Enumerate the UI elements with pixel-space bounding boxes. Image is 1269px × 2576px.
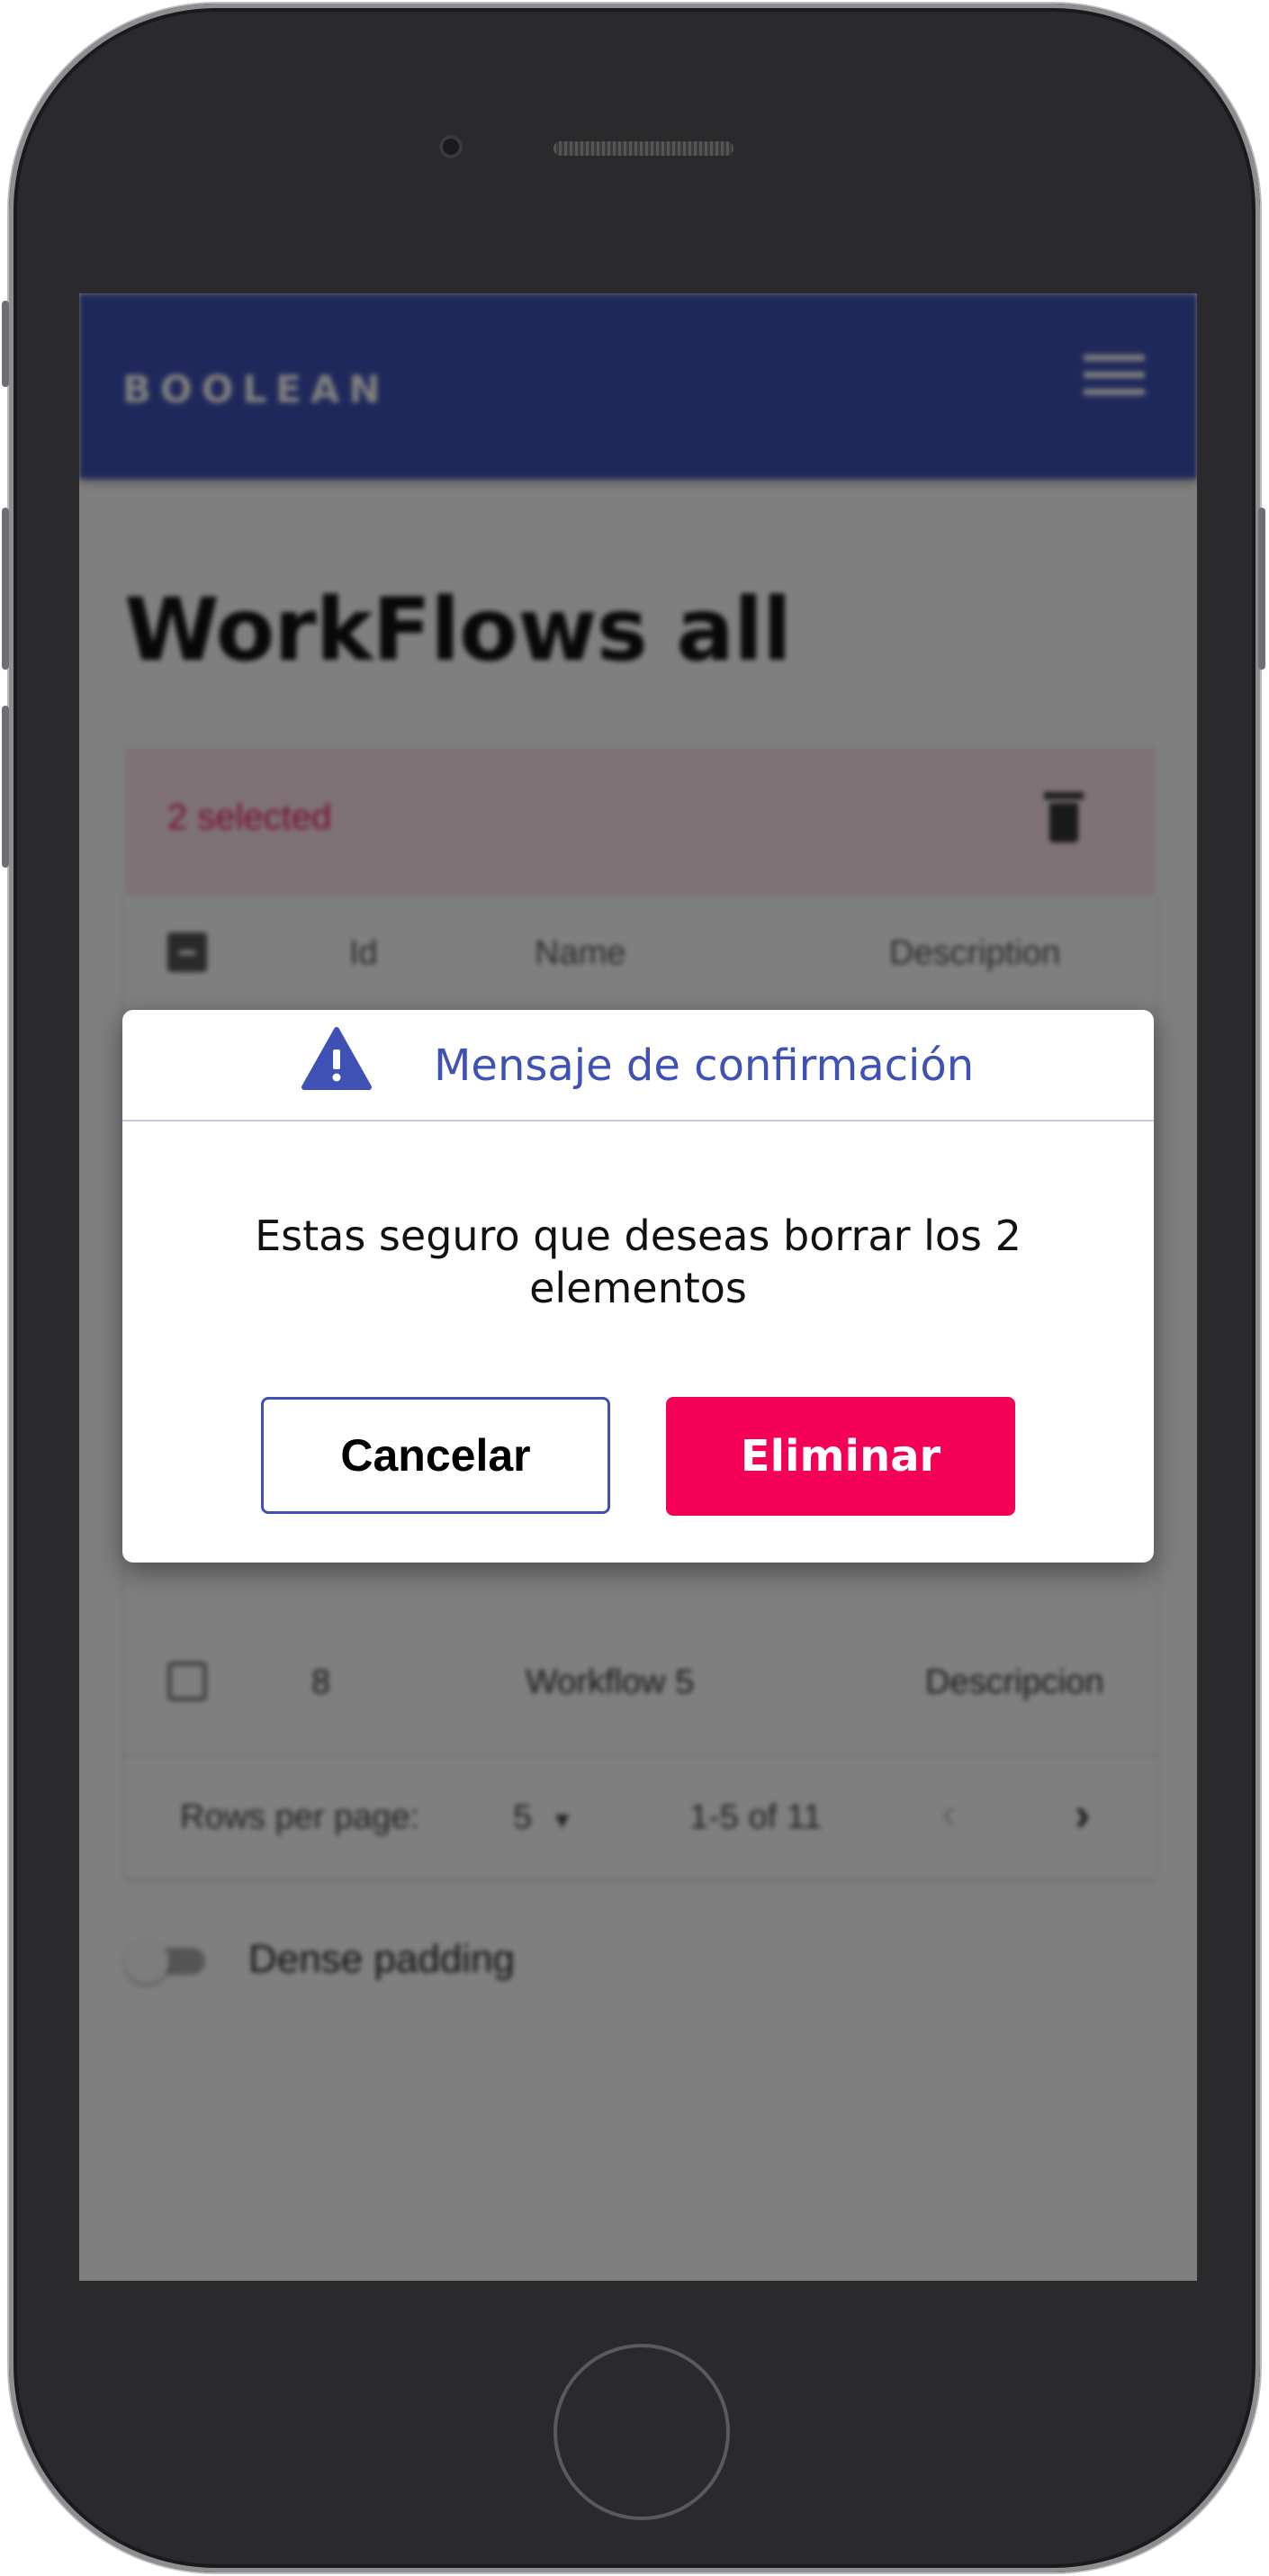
volume-up-button	[2, 508, 9, 670]
volume-down-button	[2, 706, 9, 868]
earpiece-speaker	[554, 141, 734, 156]
dialog-header: Mensaje de confirmación	[122, 1010, 1154, 1121]
delete-button[interactable]: Eliminar	[666, 1397, 1015, 1516]
phone-frame: BOOLEAN WorkFlows all 2 selected Id Name…	[2, 4, 1265, 2572]
silent-switch	[2, 301, 9, 387]
confirmation-dialog: Mensaje de confirmación Estas seguro que…	[122, 1010, 1154, 1563]
home-button[interactable]	[554, 2344, 730, 2520]
front-camera	[439, 135, 463, 158]
warning-icon	[302, 1027, 372, 1090]
screen: BOOLEAN WorkFlows all 2 selected Id Name…	[79, 293, 1197, 2281]
dialog-message: Estas seguro que deseas borrar los 2 ele…	[255, 1211, 1022, 1312]
power-button	[1258, 508, 1265, 670]
dialog-title: Mensaje de confirmación	[434, 1040, 975, 1091]
cancel-button[interactable]: Cancelar	[261, 1397, 610, 1514]
